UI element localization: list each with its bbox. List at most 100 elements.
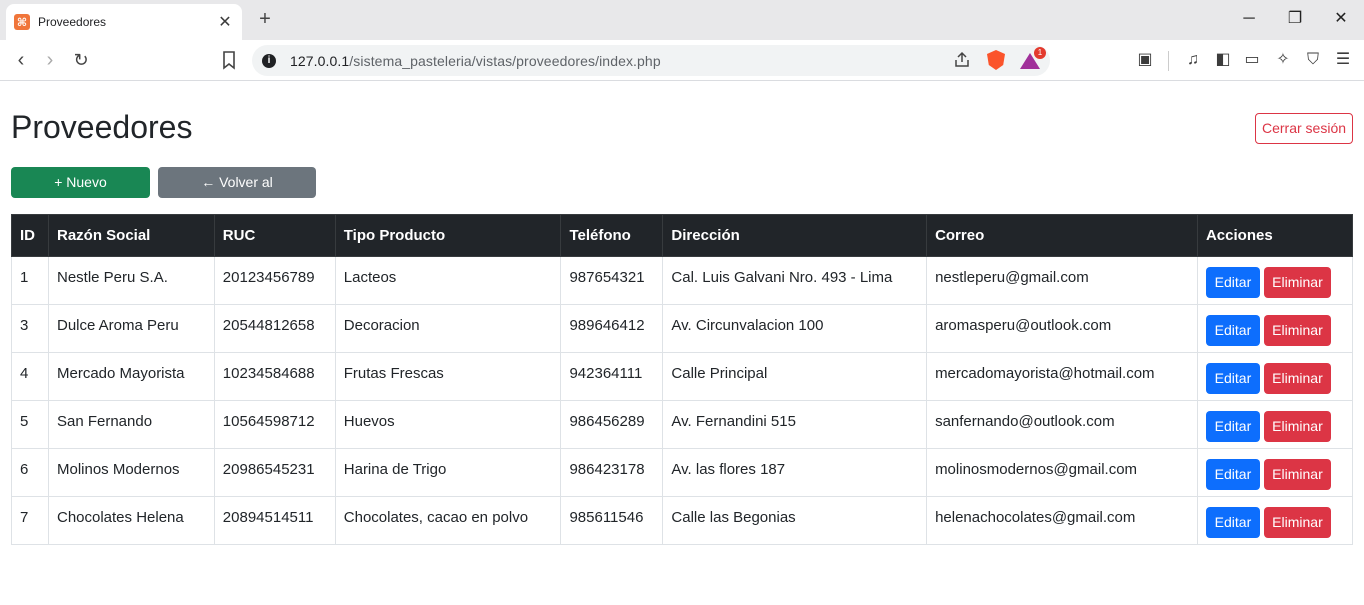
cell-tipo-producto: Chocolates, cacao en polvo xyxy=(334,496,562,545)
back-to-dashboard-button[interactable]: ← Volver al Dashboard xyxy=(158,167,316,221)
bookmark-icon[interactable] xyxy=(218,48,240,72)
back-arrow-icon[interactable]: ‹ xyxy=(9,48,33,72)
forward-arrow-icon[interactable]: › xyxy=(38,48,62,72)
edit-button[interactable]: Editar xyxy=(1205,267,1260,298)
cell-telefono: 985611546 xyxy=(560,496,664,545)
cell-direccion: Av. Fernandini 515 xyxy=(662,400,928,449)
url-host: 127.0.0.1 xyxy=(290,52,350,69)
table-row: 1 Nestle Peru S.A. 20123456789 Lacteos 9… xyxy=(11,256,1354,305)
rewards-badge: 1 xyxy=(1034,47,1046,59)
cell-tipo-producto: Harina de Trigo xyxy=(334,448,562,497)
cell-correo: helenachocolates@gmail.com xyxy=(926,496,1198,545)
cell-correo: mercadomayorista@hotmail.com xyxy=(926,352,1198,401)
column-header-direccion: Dirección xyxy=(662,214,928,257)
table-row: 5 San Fernando 10564598712 Huevos 986456… xyxy=(11,400,1354,449)
share-icon[interactable] xyxy=(952,50,972,70)
cell-acciones: Editar Eliminar xyxy=(1196,352,1354,401)
table-row: 3 Dulce Aroma Peru 20544812658 Decoracio… xyxy=(11,304,1354,353)
cell-ruc: 10564598712 xyxy=(213,400,336,449)
column-header-id: ID xyxy=(11,214,49,257)
tab-title: Proveedores xyxy=(38,15,107,29)
cell-razon-social: Dulce Aroma Peru xyxy=(47,304,215,353)
address-bar[interactable]: i 127.0.0.1/sistema_pasteleria/vistas/pr… xyxy=(252,45,1050,76)
brave-shields-icon[interactable] xyxy=(986,50,1006,70)
cell-telefono: 986456289 xyxy=(560,400,664,449)
cell-id: 7 xyxy=(11,496,49,545)
cell-id: 5 xyxy=(11,400,49,449)
column-header-telefono: Teléfono xyxy=(560,214,664,257)
providers-table: ID Razón Social RUC Tipo Producto Teléfo… xyxy=(11,214,1354,545)
tab-close-icon[interactable]: ✕ xyxy=(216,12,234,32)
browser-toolbar: ‹ › ↻ i 127.0.0.1/sistema_pasteleria/vis… xyxy=(0,40,1364,81)
column-header-tipo-producto: Tipo Producto xyxy=(334,214,562,257)
cell-direccion: Av. Circunvalacion 100 xyxy=(662,304,928,353)
cell-correo: molinosmodernos@gmail.com xyxy=(926,448,1198,497)
page-title: Proveedores xyxy=(11,109,193,145)
browser-tabstrip: ⌘ Proveedores ✕ + ─ ❐ ✕ xyxy=(0,0,1364,40)
cell-tipo-producto: Lacteos xyxy=(334,256,562,305)
brave-rewards-icon[interactable]: 1 xyxy=(1020,47,1046,70)
edit-button[interactable]: Editar xyxy=(1205,507,1260,538)
sidebar-icon[interactable]: ◧ xyxy=(1212,49,1234,71)
restore-icon[interactable]: ❐ xyxy=(1283,8,1307,30)
cell-razon-social: Nestle Peru S.A. xyxy=(47,256,215,305)
cell-acciones: Editar Eliminar xyxy=(1196,448,1354,497)
window-close-icon[interactable]: ✕ xyxy=(1329,8,1353,30)
delete-button[interactable]: Eliminar xyxy=(1263,507,1331,538)
column-header-correo: Correo xyxy=(926,214,1198,257)
cell-correo: nestleperu@gmail.com xyxy=(926,256,1198,305)
table-header-row: ID Razón Social RUC Tipo Producto Teléfo… xyxy=(11,214,1354,257)
column-header-ruc: RUC xyxy=(213,214,336,257)
new-tab-icon[interactable]: + xyxy=(254,8,276,30)
cell-acciones: Editar Eliminar xyxy=(1196,304,1354,353)
cell-ruc: 20894514511 xyxy=(213,496,336,545)
xampp-favicon-icon: ⌘ xyxy=(14,14,30,30)
browser-tab[interactable]: ⌘ Proveedores ✕ xyxy=(6,4,242,40)
cell-telefono: 987654321 xyxy=(560,256,664,305)
cell-ruc: 20544812658 xyxy=(213,304,336,353)
column-header-razon-social: Razón Social xyxy=(47,214,215,257)
site-info-icon[interactable]: i xyxy=(262,53,276,68)
cell-tipo-producto: Huevos xyxy=(334,400,562,449)
table-row: 4 Mercado Mayorista 10234584688 Frutas F… xyxy=(11,352,1354,401)
cell-id: 1 xyxy=(11,256,49,305)
table-row: 6 Molinos Modernos 20986545231 Harina de… xyxy=(11,448,1354,497)
cell-razon-social: Mercado Mayorista xyxy=(47,352,215,401)
cell-tipo-producto: Decoracion xyxy=(334,304,562,353)
menu-icon[interactable]: ☰ xyxy=(1332,49,1354,71)
delete-button[interactable]: Eliminar xyxy=(1263,363,1331,394)
leo-ai-icon[interactable]: ✧ xyxy=(1272,49,1294,71)
wallet-icon[interactable]: ▭ xyxy=(1241,49,1263,71)
cell-ruc: 20986545231 xyxy=(213,448,336,497)
media-music-icon[interactable]: ♫ xyxy=(1182,49,1204,71)
reload-icon[interactable]: ↻ xyxy=(69,48,93,72)
cell-id: 6 xyxy=(11,448,49,497)
cell-razon-social: Molinos Modernos xyxy=(47,448,215,497)
edit-button[interactable]: Editar xyxy=(1205,459,1260,490)
vpn-shield-icon[interactable]: ⛉ xyxy=(1302,49,1324,71)
minimize-icon[interactable]: ─ xyxy=(1237,8,1261,30)
cell-direccion: Calle las Begonias xyxy=(662,496,928,545)
cell-razon-social: Chocolates Helena xyxy=(47,496,215,545)
edit-button[interactable]: Editar xyxy=(1205,363,1260,394)
cell-ruc: 20123456789 xyxy=(213,256,336,305)
delete-button[interactable]: Eliminar xyxy=(1263,267,1331,298)
cell-telefono: 942364111 xyxy=(560,352,664,401)
cell-acciones: Editar Eliminar xyxy=(1196,400,1354,449)
cell-telefono: 986423178 xyxy=(560,448,664,497)
delete-button[interactable]: Eliminar xyxy=(1263,315,1331,346)
delete-button[interactable]: Eliminar xyxy=(1263,459,1331,490)
cell-acciones: Editar Eliminar xyxy=(1196,256,1354,305)
edit-button[interactable]: Editar xyxy=(1205,315,1260,346)
cell-direccion: Calle Principal xyxy=(662,352,928,401)
logout-button[interactable]: Cerrar sesión xyxy=(1255,113,1353,144)
delete-button[interactable]: Eliminar xyxy=(1263,411,1331,442)
toolbar-divider xyxy=(1168,51,1169,71)
cell-direccion: Cal. Luis Galvani Nro. 493 - Lima xyxy=(662,256,928,305)
cell-correo: aromasperu@outlook.com xyxy=(926,304,1198,353)
edit-button[interactable]: Editar xyxy=(1205,411,1260,442)
cell-telefono: 989646412 xyxy=(560,304,664,353)
cell-id: 4 xyxy=(11,352,49,401)
new-provider-button[interactable]: + Nuevo Proveedor xyxy=(11,167,150,221)
reader-mode-icon[interactable]: ▣ xyxy=(1134,49,1156,71)
